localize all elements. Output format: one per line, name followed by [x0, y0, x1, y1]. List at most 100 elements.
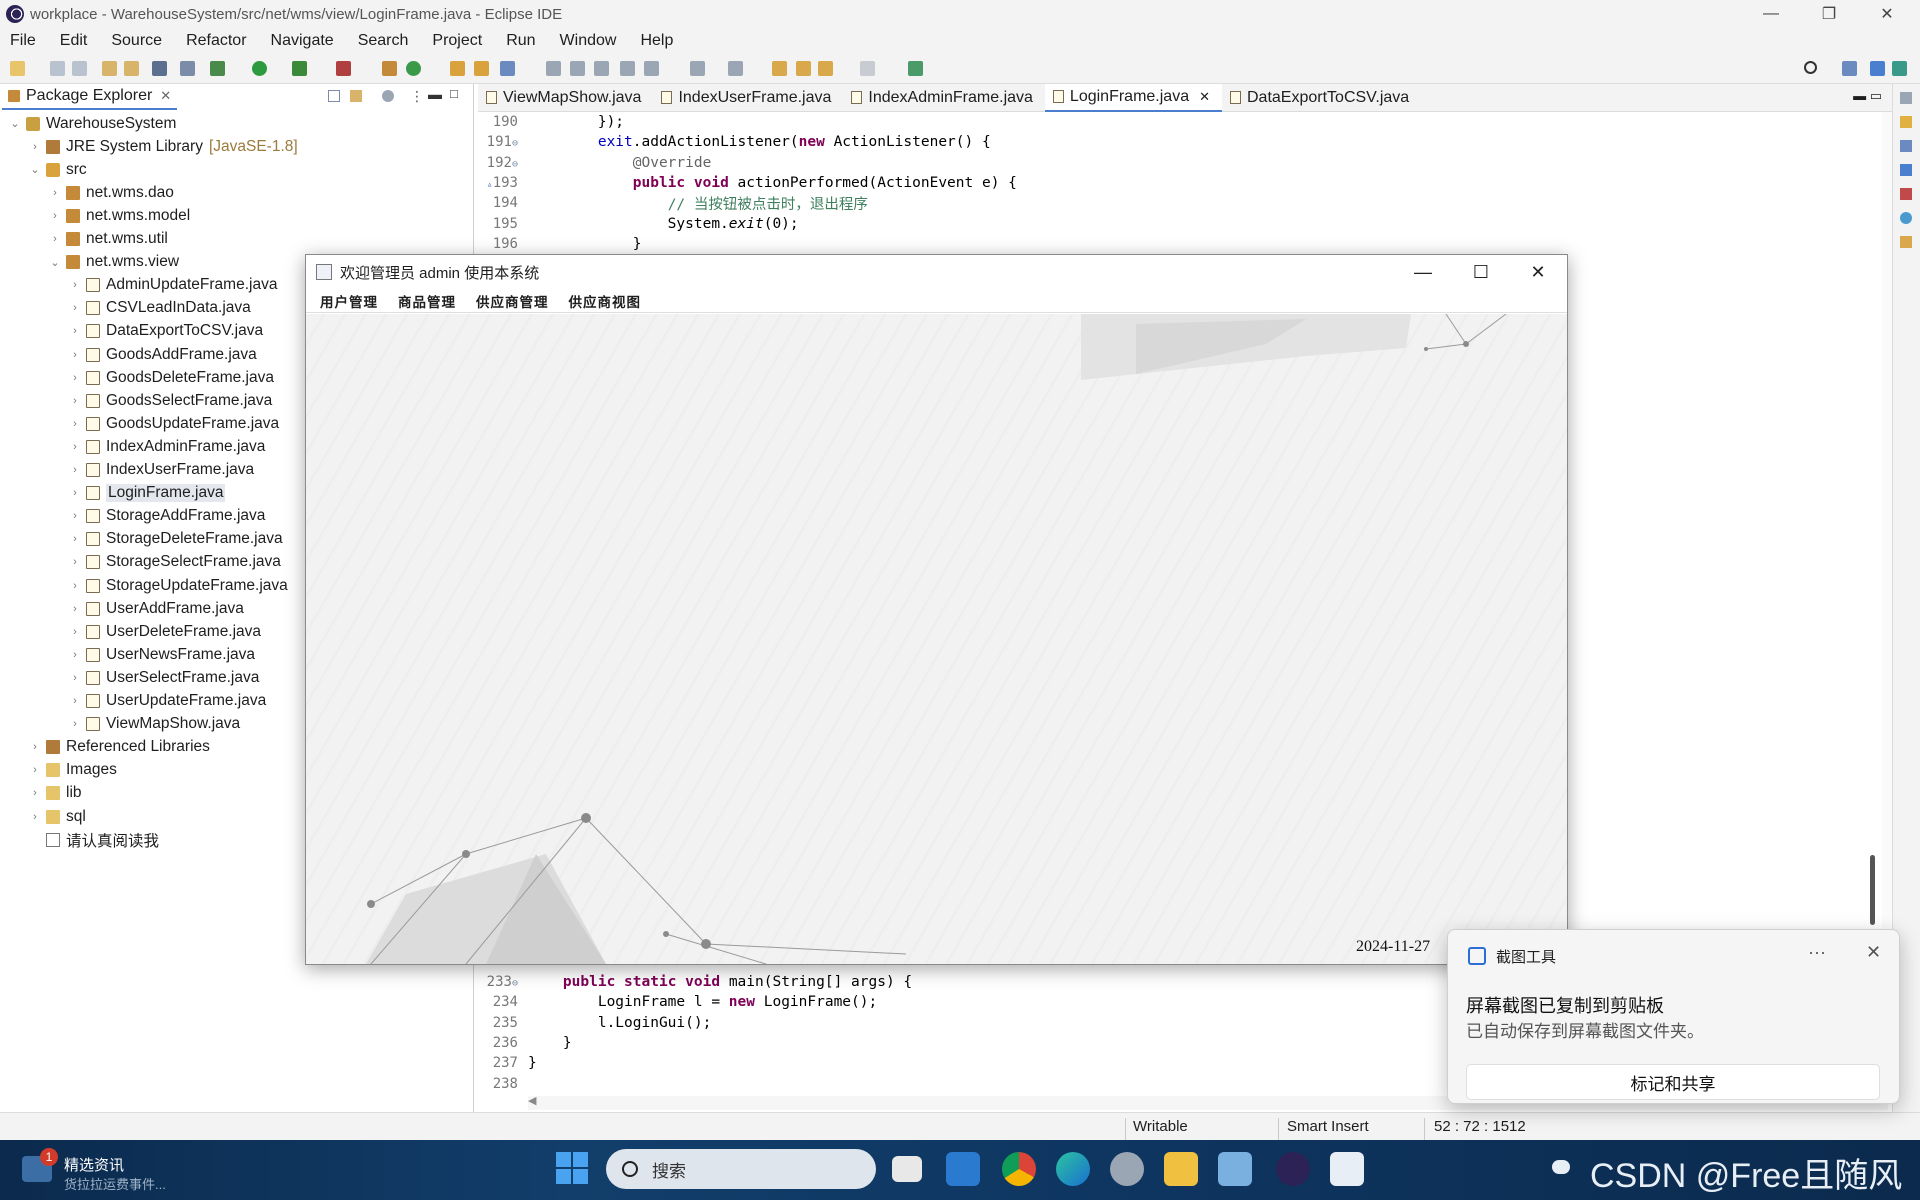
tree-item[interactable]: › UserNewsFrame.java [68, 643, 255, 666]
code-line[interactable]: 235 l.LoginGui(); [478, 1013, 712, 1033]
chevron-right-icon[interactable]: › [68, 349, 82, 361]
word-wrap-icon[interactable] [620, 61, 635, 76]
chevron-down-icon[interactable]: ⌄ [8, 117, 22, 130]
restore-button[interactable]: ❐ [1800, 0, 1858, 28]
chevron-right-icon[interactable]: › [28, 141, 42, 153]
chevron-right-icon[interactable]: › [48, 187, 62, 199]
scroll-left-icon[interactable]: ◀ [528, 1094, 536, 1107]
menu-source[interactable]: Source [111, 32, 162, 50]
fold-toggle-icon[interactable]: ⊖ [512, 138, 518, 149]
pin-editor-icon[interactable] [908, 61, 923, 76]
tree-item[interactable]: › JRE System Library [JavaSE-1.8] [28, 135, 298, 158]
tree-item[interactable]: › DataExportToCSV.java [68, 320, 263, 343]
tree-item[interactable]: › GoodsUpdateFrame.java [68, 412, 279, 435]
fold-toggle-icon[interactable]: ⊖ [512, 978, 518, 989]
chevron-down-icon[interactable]: ⌄ [48, 256, 62, 269]
link-with-editor-icon[interactable] [350, 90, 362, 102]
chevron-right-icon[interactable]: › [68, 487, 82, 499]
menu-supplier-management[interactable]: 供应商管理 [476, 291, 549, 311]
chevron-right-icon[interactable]: › [68, 649, 82, 661]
menu-navigate[interactable]: Navigate [271, 32, 334, 50]
java-app-taskbar-icon[interactable] [1330, 1152, 1364, 1186]
chevron-right-icon[interactable]: › [68, 603, 82, 615]
tree-item[interactable]: › net.wms.model [48, 204, 190, 227]
java-maximize-button[interactable]: ☐ [1452, 255, 1510, 289]
console-view-icon[interactable] [1900, 212, 1912, 224]
minimize-view-icon[interactable]: ▬ [428, 86, 442, 102]
chevron-right-icon[interactable]: › [68, 395, 82, 407]
tree-item[interactable]: › sql [28, 805, 86, 828]
java-perspective-icon[interactable] [1870, 61, 1885, 76]
mark-occurrences-icon[interactable] [570, 61, 585, 76]
cloud-icon[interactable] [1552, 1160, 1570, 1174]
chevron-right-icon[interactable]: › [68, 510, 82, 522]
code-line[interactable]: 236 } [478, 1033, 572, 1053]
tree-item[interactable]: › Referenced Libraries [28, 736, 210, 759]
chevron-right-icon[interactable]: › [28, 764, 42, 776]
menu-supplier-view[interactable]: 供应商视图 [569, 291, 642, 311]
tree-item[interactable]: › StorageUpdateFrame.java [68, 574, 288, 597]
outline-view-icon[interactable] [1900, 92, 1912, 104]
debug-icon[interactable] [210, 61, 225, 76]
java-minimize-button[interactable]: — [1394, 255, 1452, 289]
tree-item[interactable]: › ViewMapShow.java [68, 713, 240, 736]
chevron-right-icon[interactable]: › [68, 325, 82, 337]
tab-loginframe[interactable]: LoginFrame.java ✕ [1044, 83, 1222, 112]
tree-item[interactable]: › Images [28, 759, 117, 782]
next-annotation-icon[interactable] [690, 61, 705, 76]
menu-run[interactable]: Run [506, 32, 535, 50]
tree-item[interactable]: 请认真阅读我 [28, 828, 159, 851]
notification-close-button[interactable]: ✕ [1866, 942, 1881, 963]
tab-indexadminframe[interactable]: IndexAdminFrame.java [843, 84, 1045, 112]
tree-item[interactable]: › GoodsSelectFrame.java [68, 389, 272, 412]
taskbar-search[interactable]: 搜索 [606, 1149, 876, 1189]
chevron-right-icon[interactable]: › [68, 441, 82, 453]
code-line[interactable]: ▵193 public void actionPerformed(ActionE… [478, 173, 1017, 193]
chevron-right-icon[interactable]: › [68, 556, 82, 568]
code-line[interactable]: 196 } [478, 234, 642, 254]
tree-item[interactable]: › GoodsAddFrame.java [68, 343, 257, 366]
terminal-icon[interactable] [152, 61, 167, 76]
previous-annotation-icon[interactable] [728, 61, 743, 76]
chevron-right-icon[interactable]: › [28, 741, 42, 753]
forward-icon[interactable] [860, 61, 875, 76]
open-task-icon[interactable] [474, 61, 489, 76]
java-close-button[interactable]: ✕ [1509, 255, 1567, 289]
menu-help[interactable]: Help [640, 32, 673, 50]
chevron-right-icon[interactable]: › [68, 533, 82, 545]
save-all-icon[interactable] [72, 61, 87, 76]
markup-and-share-button[interactable]: 标记和共享 [1466, 1064, 1880, 1100]
problems-view-icon[interactable] [1900, 140, 1912, 152]
close-tab-icon[interactable]: ✕ [160, 88, 171, 104]
last-edit-icon[interactable] [772, 61, 787, 76]
close-window-button[interactable]: ✕ [1858, 0, 1916, 28]
code-line[interactable]: 238 [478, 1074, 528, 1094]
focus-icon[interactable] [382, 90, 394, 102]
chevron-right-icon[interactable]: › [68, 279, 82, 291]
skip-breakpoints-icon[interactable] [180, 61, 195, 76]
collapse-all-icon[interactable] [328, 90, 340, 102]
new-java-class-icon[interactable] [406, 61, 421, 76]
chevron-right-icon[interactable]: › [48, 210, 62, 222]
maximize-view-icon[interactable]: □ [450, 86, 458, 101]
tree-item[interactable]: › IndexAdminFrame.java [68, 435, 265, 458]
menu-file[interactable]: File [10, 32, 36, 50]
tree-item[interactable]: ⌄ src [28, 158, 86, 181]
insert-mode-status[interactable]: Smart Insert [1287, 1118, 1369, 1135]
tree-item[interactable]: › AdminUpdateFrame.java [68, 274, 277, 297]
close-tab-icon[interactable]: ✕ [1199, 89, 1210, 105]
code-line[interactable]: 233⊖ public static void main(String[] ar… [478, 972, 912, 992]
news-widget[interactable]: 1 精选资讯 货拉拉运费事件... [22, 1148, 222, 1192]
tree-item[interactable]: › CSVLeadInData.java [68, 297, 251, 320]
tree-item[interactable]: › LoginFrame.java [68, 482, 226, 505]
search-icon[interactable] [1804, 61, 1817, 74]
chevron-right-icon[interactable]: › [68, 626, 82, 638]
fold-toggle-icon[interactable]: ⊖ [512, 159, 518, 170]
menu-edit[interactable]: Edit [60, 32, 88, 50]
code-line[interactable]: 195 System.exit(0); [478, 214, 799, 234]
menu-refactor[interactable]: Refactor [186, 32, 246, 50]
chevron-right-icon[interactable]: › [68, 695, 82, 707]
chrome-icon[interactable] [1002, 1152, 1036, 1186]
task-list-icon[interactable] [1900, 116, 1912, 128]
chevron-right-icon[interactable]: › [68, 302, 82, 314]
